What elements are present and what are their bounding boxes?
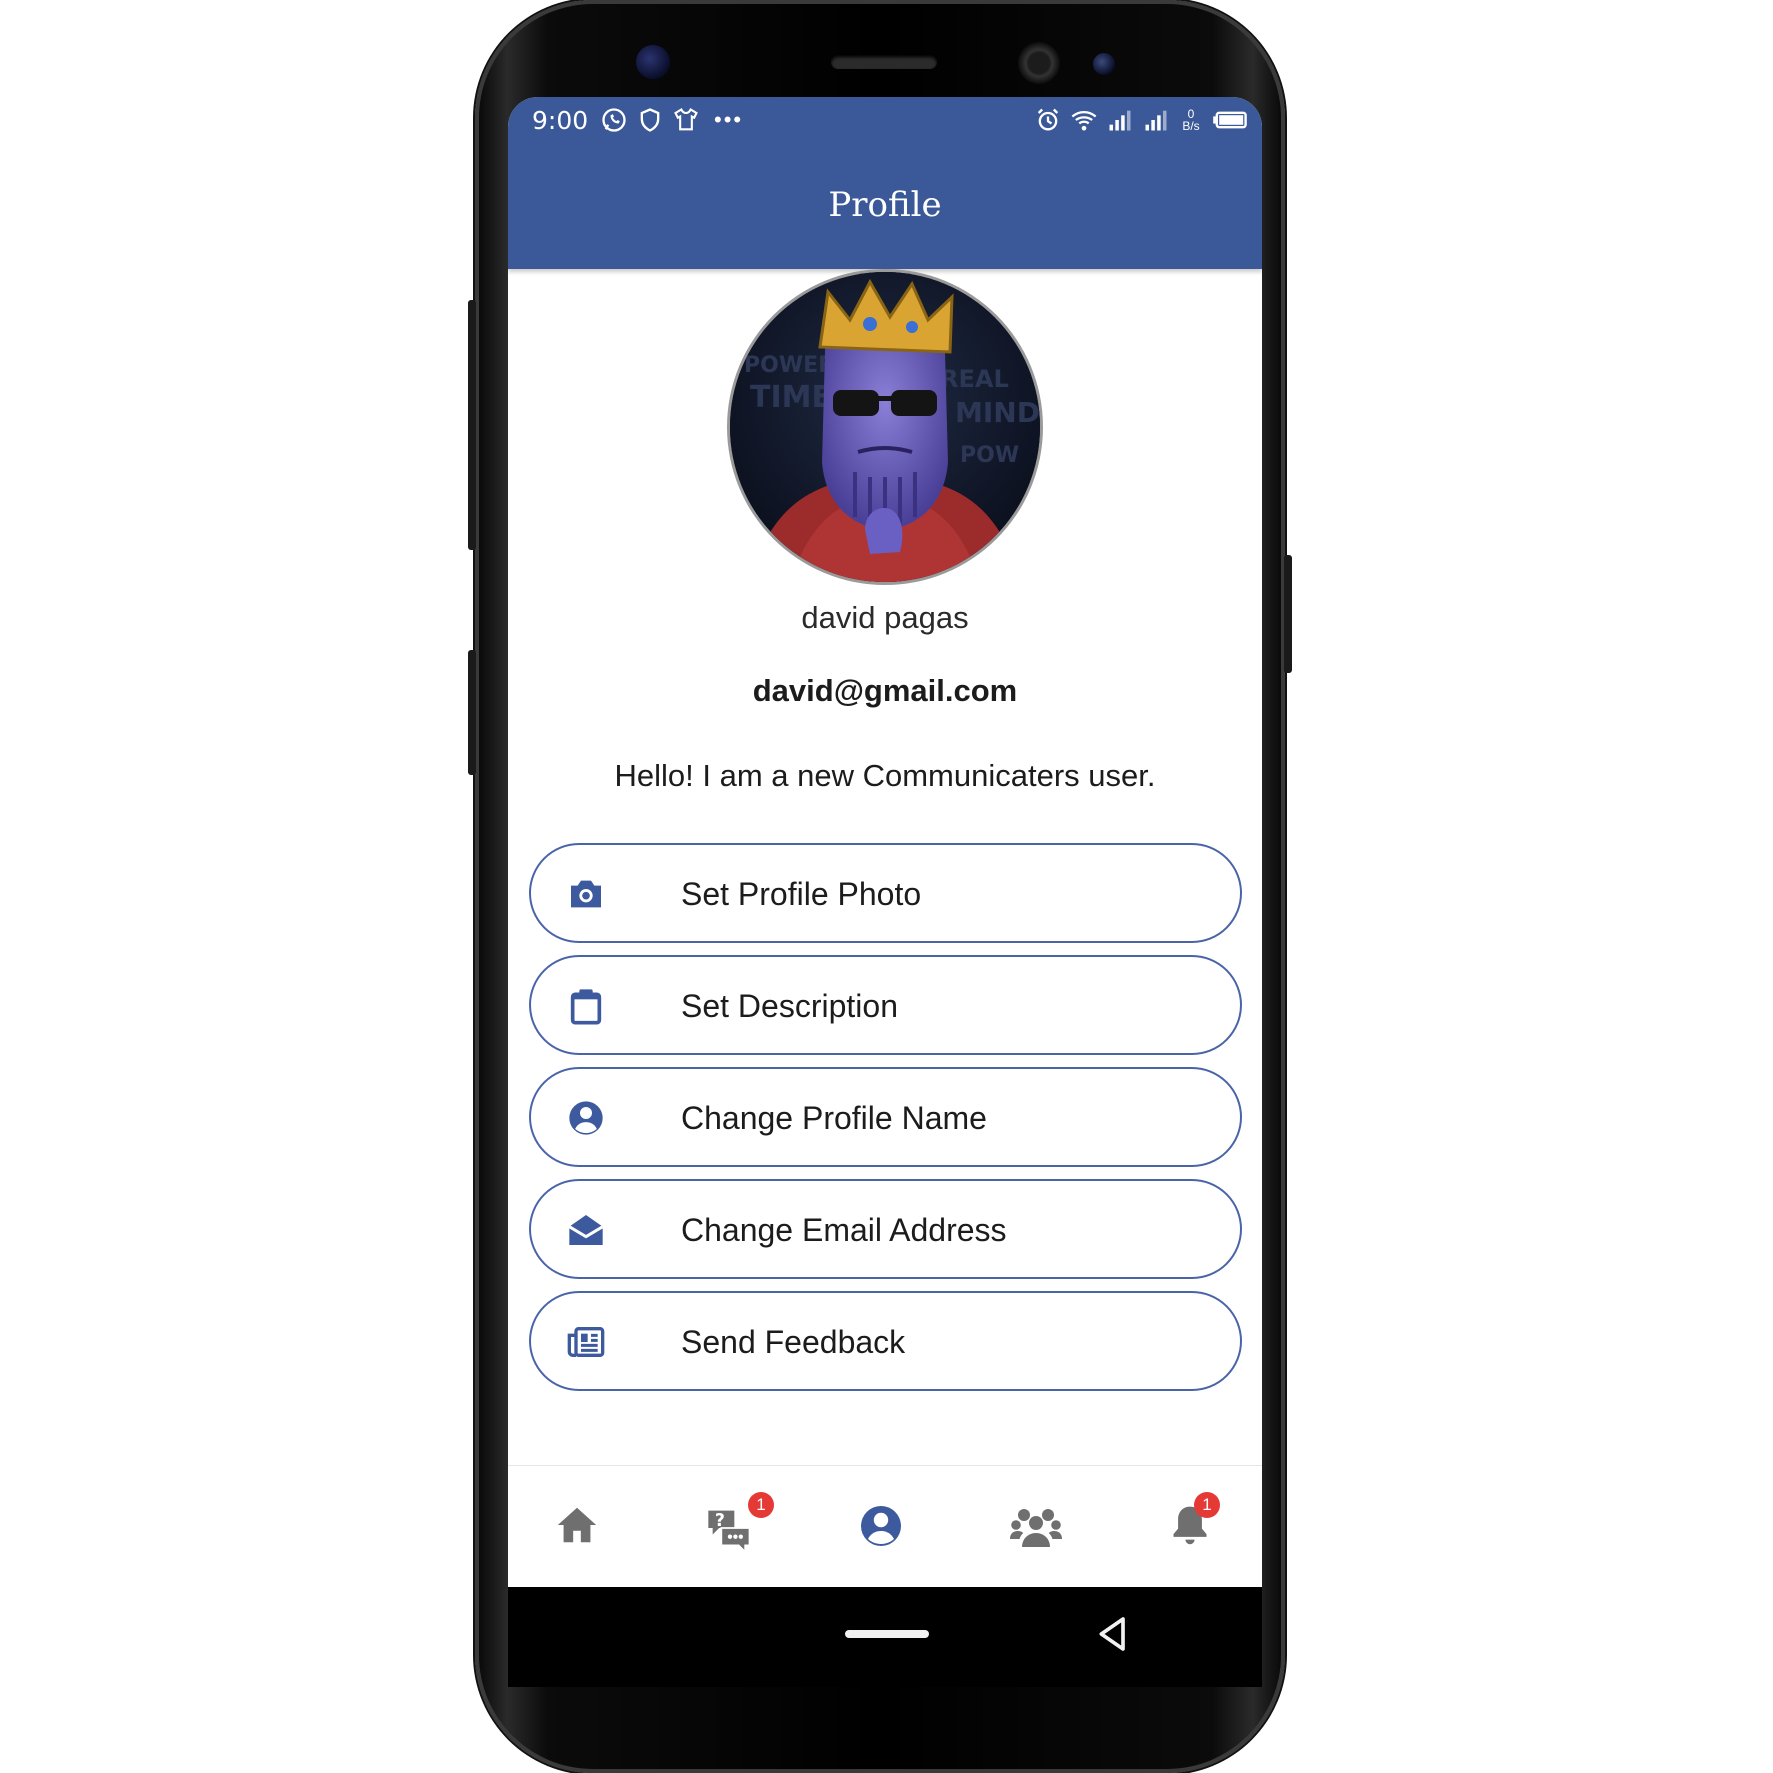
button-label: Set Profile Photo: [681, 876, 922, 912]
profile-email: david@gmail.com: [752, 673, 1018, 708]
iris-scanner: [1018, 42, 1060, 84]
clipboard-icon: [570, 989, 602, 1025]
whatsapp-icon: [602, 108, 626, 132]
svg-text:POWER: POWER: [744, 353, 835, 378]
alarm-icon: [1037, 108, 1059, 131]
status-time: 9:00: [532, 106, 589, 135]
notification-badge: 1: [1194, 1492, 1220, 1518]
front-camera: [636, 45, 670, 79]
earpiece-speaker: [831, 55, 937, 69]
avatar[interactable]: POWER TIME MIND REAL POW: [730, 272, 1040, 582]
set-profile-photo-button[interactable]: Set Profile Photo: [529, 843, 1242, 943]
chat-badge: 1: [748, 1492, 774, 1518]
user-circle-icon: [861, 1506, 901, 1546]
home-icon: [557, 1507, 597, 1543]
volume-up-button: [468, 300, 476, 550]
nav-chats[interactable]: ? 1: [704, 1492, 774, 1558]
shield-icon: [640, 108, 660, 132]
bottom-nav: ? 1 1: [508, 1465, 1262, 1588]
battery-icon: [1213, 111, 1247, 129]
newspaper-icon: [567, 1327, 605, 1357]
app-bar: Profile: [508, 147, 1262, 269]
send-feedback-button[interactable]: Send Feedback: [529, 1291, 1242, 1391]
screen: 9:00 ••• 0 B/s Profile POWER TIME MIND R…: [508, 97, 1262, 1687]
set-description-button[interactable]: Set Description: [529, 955, 1242, 1055]
change-email-address-button[interactable]: Change Email Address: [529, 1179, 1242, 1279]
camera-icon: [571, 880, 601, 908]
svg-text:REAL: REAL: [940, 365, 1009, 393]
signal-icon: [1109, 110, 1131, 131]
volume-down-button: [468, 650, 476, 775]
avatar-image: POWER TIME MIND REAL POW: [730, 272, 1040, 582]
envelope-open-icon: [568, 1215, 604, 1245]
button-label: Send Feedback: [681, 1324, 906, 1360]
nav-notifications[interactable]: 1: [1168, 1492, 1228, 1558]
nav-profile[interactable]: [857, 1502, 917, 1558]
signal-icon: [1145, 110, 1167, 131]
proximity-sensor: [1093, 53, 1115, 75]
home-gesture-bar[interactable]: [845, 1630, 929, 1638]
button-label: Change Email Address: [681, 1212, 1007, 1248]
profile-name: david pagas: [801, 600, 969, 635]
nav-groups[interactable]: [1008, 1502, 1068, 1558]
back-icon[interactable]: [1093, 1614, 1133, 1654]
page-title: Profile: [828, 185, 942, 225]
status-bar: 9:00 ••• 0 B/s: [508, 97, 1262, 147]
wifi-icon: [1071, 110, 1097, 131]
svg-text:MIND: MIND: [955, 396, 1040, 429]
svg-text:TIME: TIME: [750, 380, 832, 415]
power-button: [1284, 555, 1292, 673]
shirt-icon: [674, 108, 698, 131]
change-profile-name-button[interactable]: Change Profile Name: [529, 1067, 1242, 1167]
users-icon: [1010, 1509, 1062, 1547]
button-label: Set Description: [681, 988, 898, 1024]
user-circle-icon: [569, 1101, 603, 1135]
data-rate-indicator: 0 B/s: [1182, 107, 1200, 133]
profile-description: Hello! I am a new Communicaters user.: [614, 758, 1156, 793]
button-label: Change Profile Name: [681, 1100, 987, 1136]
svg-text:POW: POW: [960, 443, 1019, 468]
system-nav-bar: [508, 1587, 1262, 1687]
status-overflow: •••: [714, 107, 744, 132]
nav-home[interactable]: [554, 1502, 614, 1558]
